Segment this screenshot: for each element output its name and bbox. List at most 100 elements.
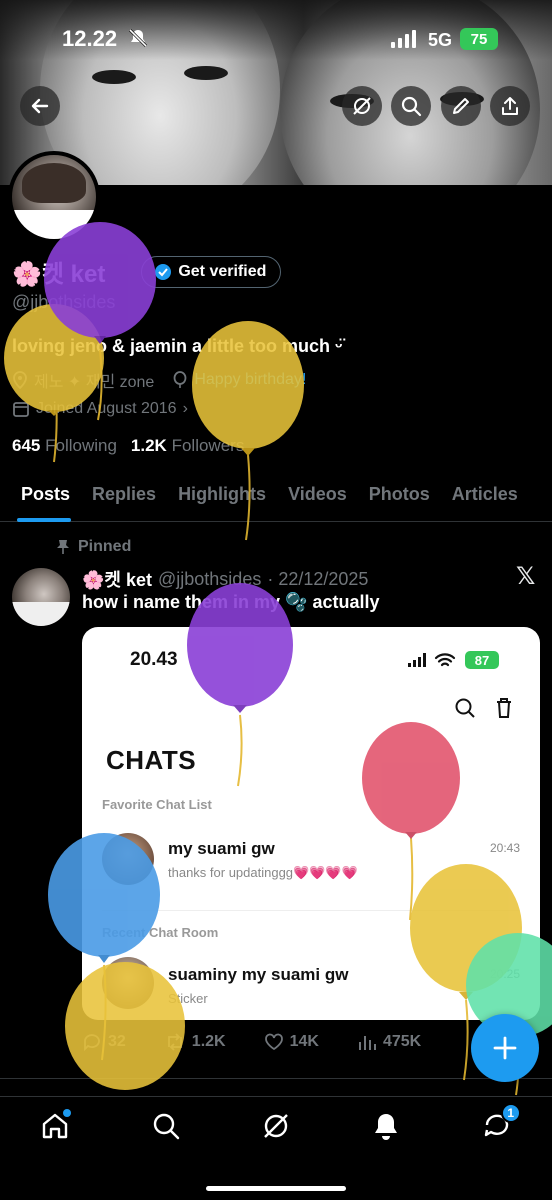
profile-handle: @jjbothsides	[12, 292, 116, 312]
explore-icon	[153, 1113, 179, 1140]
wifi-icon	[434, 653, 456, 667]
joined-text: Joined August 2016	[36, 400, 177, 417]
embedded-search-icon	[455, 698, 475, 718]
avatar-detail	[12, 210, 96, 239]
tab-videos[interactable]: Videos	[277, 470, 358, 522]
avatar-detail	[22, 163, 86, 203]
joined-date: Joined August 2016 ›	[12, 400, 188, 418]
tab-posts[interactable]: Posts	[0, 470, 81, 522]
profile-tabs: Posts Replies Highlights Videos Photos A…	[0, 470, 552, 522]
nav-home[interactable]	[25, 1109, 85, 1171]
reply-icon	[84, 1034, 100, 1052]
follow-stats: 645 Following 1.2K Followers	[12, 436, 244, 456]
network-type: 5G	[428, 30, 453, 50]
nav-messages[interactable]: 1	[467, 1103, 527, 1171]
reply-count: 32	[108, 1033, 126, 1050]
share-icon	[502, 97, 518, 115]
profile-name-row: 🌸켓 ket Get verified	[12, 254, 282, 289]
notifications-icon	[375, 1114, 398, 1140]
share-button[interactable]	[490, 86, 530, 126]
grok-icon	[353, 97, 371, 115]
tab-photos[interactable]: Photos	[358, 470, 441, 522]
birthday-link[interactable]: Happy birthday!	[194, 371, 306, 389]
chat-avatar	[102, 957, 154, 1009]
back-button[interactable]	[20, 86, 60, 126]
bell-off-icon	[128, 28, 148, 48]
chat-avatar	[102, 833, 154, 885]
edit-button[interactable]	[441, 86, 481, 126]
profile-avatar[interactable]	[8, 151, 100, 243]
search-button[interactable]	[391, 86, 431, 126]
nav-explore[interactable]	[136, 1111, 196, 1171]
embedded-time: 20.43	[130, 649, 178, 670]
status-time: 12.22	[62, 26, 118, 51]
messages-badge: 1	[500, 1103, 521, 1123]
profile-meta: 제노 ✦ 재민 zone Happy birthday!	[12, 368, 306, 392]
bottom-navigation: 1	[0, 1096, 552, 1200]
views-button[interactable]: 475K	[357, 1032, 421, 1052]
repost-button[interactable]: 1.2K	[164, 1032, 226, 1052]
grok-nav-icon	[264, 1114, 288, 1138]
chat-name: suaminy my suami gw	[168, 965, 349, 984]
nav-notifications[interactable]	[356, 1111, 416, 1171]
post-date: · 22/12/2025	[267, 568, 369, 589]
embedded-divider	[102, 910, 520, 911]
chat-name: my suami gw	[168, 839, 275, 858]
profile-bio: loving jeno & jaemin a little too much ᵕ…	[12, 336, 343, 356]
reply-button[interactable]: 32	[82, 1032, 126, 1052]
like-button[interactable]: 14K	[264, 1032, 319, 1052]
chat-message: Sticker	[168, 991, 208, 1006]
location-text: 제노 ✦ 재민 zone	[34, 374, 155, 391]
status-bar: 12.22 5G 75	[0, 0, 552, 80]
tab-articles[interactable]: Articles	[441, 470, 529, 522]
grok-button[interactable]	[342, 86, 382, 126]
view-count: 475K	[382, 1033, 422, 1050]
verified-badge-icon	[155, 263, 172, 280]
pinned-text: Pinned	[78, 538, 132, 555]
battery-indicator: 75	[460, 28, 498, 50]
chat-time: 20:25	[489, 967, 520, 981]
repost-icon	[167, 1033, 182, 1051]
embedded-toolbar	[454, 697, 514, 719]
back-arrow-icon	[31, 98, 49, 114]
post-divider	[0, 1078, 552, 1079]
post-text: how i name them in my 🫧 actually	[82, 592, 380, 612]
followers-link[interactable]: 1.2K Followers	[131, 436, 244, 456]
post-image[interactable]: 20.43 87 CHATS Favorite Chat List my sua…	[82, 627, 540, 1020]
compose-button[interactable]	[471, 1014, 539, 1082]
embedded-title: CHATS	[106, 745, 197, 775]
get-verified-label: Get verified	[178, 262, 267, 280]
embedded-signal-icon	[408, 653, 426, 667]
tab-highlights[interactable]: Highlights	[167, 470, 277, 522]
birthday-item[interactable]: Happy birthday!	[172, 371, 306, 389]
plus-icon	[493, 1036, 517, 1060]
trash-icon	[497, 698, 511, 718]
calendar-icon	[13, 402, 29, 417]
edit-icon	[453, 98, 469, 114]
home-indicator	[206, 1186, 346, 1191]
following-link[interactable]: 645 Following	[12, 436, 117, 456]
embedded-battery: 87	[465, 651, 499, 669]
location-icon	[13, 371, 27, 389]
chevron-right-icon[interactable]: ›	[183, 400, 188, 418]
repost-count: 1.2K	[191, 1033, 226, 1050]
x-logo-icon: 𝕏	[516, 563, 536, 590]
favorite-list-label: Favorite Chat List	[102, 797, 212, 812]
search-icon	[401, 96, 422, 117]
post-author-handle[interactable]: @jjbothsides	[158, 569, 261, 590]
views-icon	[358, 1036, 376, 1050]
post-author-name[interactable]: 🌸켓 ket	[82, 566, 152, 592]
profile-name: 🌸켓 ket	[12, 261, 106, 288]
tab-replies[interactable]: Replies	[81, 470, 167, 522]
post-header: 🌸켓 ket @jjbothsides · 22/12/2025	[82, 566, 368, 592]
like-icon	[264, 1033, 283, 1051]
balloon-icon	[173, 371, 187, 388]
like-count: 14K	[289, 1033, 319, 1050]
chat-message: thanks for updatinggg💗💗💗💗	[168, 865, 358, 880]
pin-icon	[57, 540, 69, 554]
signal-icon	[391, 30, 416, 48]
post-avatar[interactable]	[12, 568, 70, 626]
recent-room-label: Recent Chat Room	[102, 925, 219, 940]
nav-grok[interactable]	[246, 1111, 306, 1171]
get-verified-button[interactable]: Get verified	[141, 255, 282, 288]
